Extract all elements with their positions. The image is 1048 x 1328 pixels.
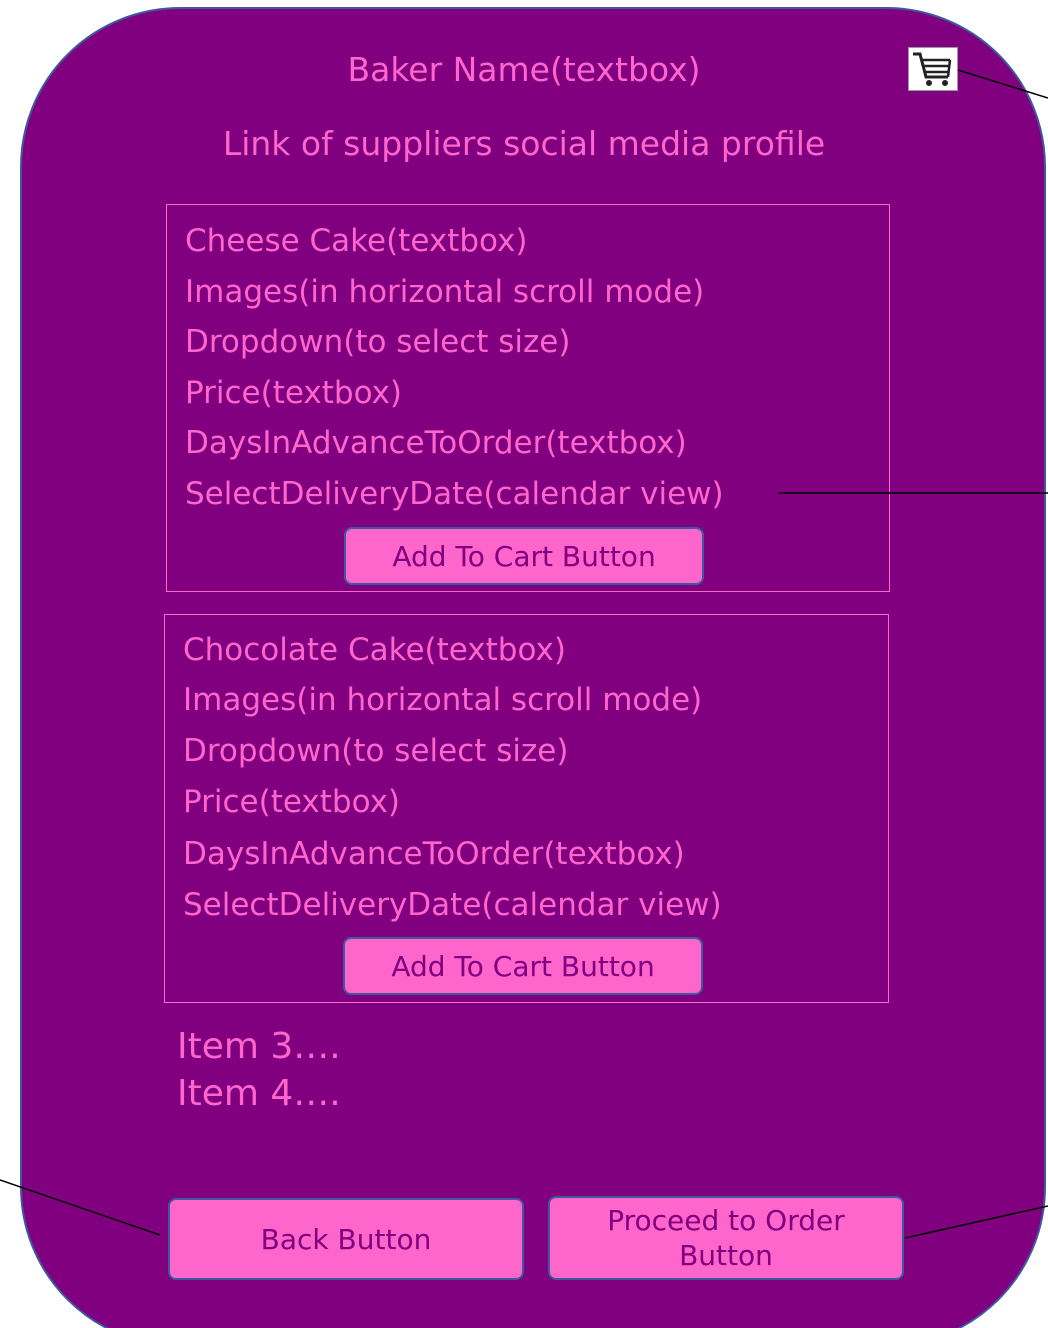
product-card-chocolate-cake: Chocolate Cake(textbox) Images(in horizo… [164, 614, 889, 1003]
product-images-scroller[interactable]: Images(in horizontal scroll mode) [185, 277, 704, 308]
size-dropdown[interactable]: Dropdown(to select size) [183, 736, 568, 767]
size-dropdown[interactable]: Dropdown(to select size) [185, 327, 570, 358]
social-media-link[interactable]: Link of suppliers social media profile [0, 124, 1048, 163]
delivery-date-calendar[interactable]: SelectDeliveryDate(calendar view) [185, 479, 724, 510]
add-to-cart-button[interactable]: Add To Cart Button [343, 937, 703, 995]
screen: Baker Name(textbox) Link of suppliers so… [0, 0, 1048, 1328]
proceed-to-order-button[interactable]: Proceed to Order Button [548, 1196, 904, 1280]
delivery-date-calendar[interactable]: SelectDeliveryDate(calendar view) [183, 890, 722, 921]
list-item-3: Item 3…. [177, 1026, 341, 1067]
baker-name-textbox[interactable]: Baker Name(textbox) [0, 50, 1048, 89]
days-in-advance-textbox[interactable]: DaysInAdvanceToOrder(textbox) [185, 428, 687, 459]
price-textbox[interactable]: Price(textbox) [183, 787, 400, 818]
proceed-button-label-line2: Button [679, 1239, 773, 1272]
days-in-advance-textbox[interactable]: DaysInAdvanceToOrder(textbox) [183, 839, 685, 870]
price-textbox[interactable]: Price(textbox) [185, 378, 402, 409]
shopping-cart-icon[interactable] [908, 47, 958, 91]
proceed-button-label-line1: Proceed to Order [607, 1204, 845, 1237]
product-images-scroller[interactable]: Images(in horizontal scroll mode) [183, 685, 702, 716]
add-to-cart-button[interactable]: Add To Cart Button [344, 527, 704, 585]
product-card-cheese-cake: Cheese Cake(textbox) Images(in horizonta… [166, 204, 890, 592]
product-name-textbox[interactable]: Chocolate Cake(textbox) [183, 635, 566, 666]
product-name-textbox[interactable]: Cheese Cake(textbox) [185, 226, 527, 257]
back-button[interactable]: Back Button [168, 1198, 524, 1280]
cart-glyph [913, 52, 952, 86]
list-item-4: Item 4…. [177, 1073, 341, 1114]
